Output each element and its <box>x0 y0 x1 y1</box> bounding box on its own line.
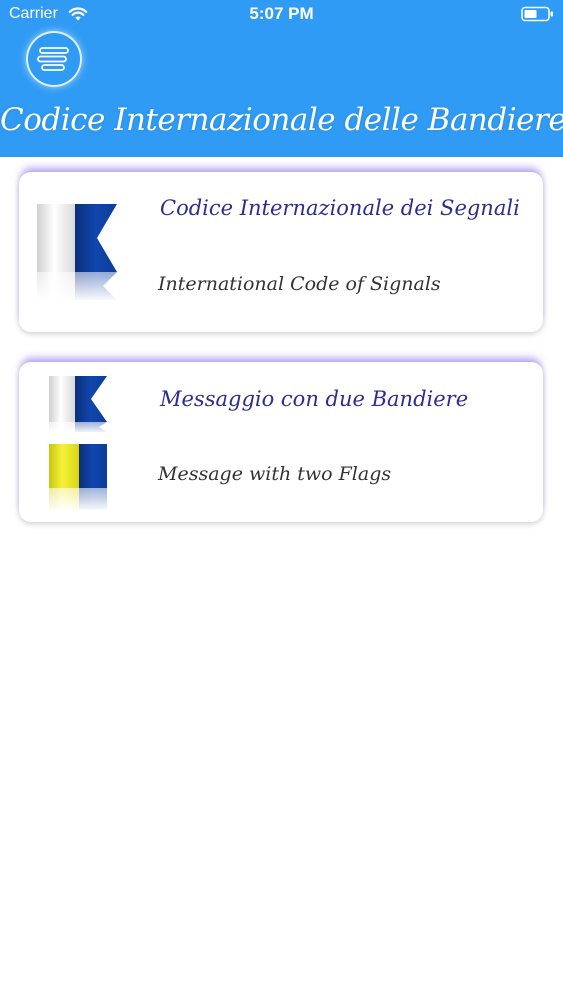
page-title: Codice Internazionale delle Bandiere <box>0 102 563 138</box>
battery-icon <box>521 6 553 22</box>
two-flags-icon <box>49 376 109 512</box>
status-time: 5:07 PM <box>249 4 314 23</box>
menu-icon <box>37 47 69 71</box>
card-subtitle: International Code of Signals <box>158 273 441 295</box>
card-two-flags[interactable]: Messaggio con due Bandiere Message with … <box>19 362 543 522</box>
menu-button[interactable] <box>26 31 82 87</box>
flag-alpha-icon <box>37 204 119 302</box>
header: Carrier 5:07 PM Codice Internazionale de… <box>0 0 563 157</box>
card-subtitle: Message with two Flags <box>158 463 392 485</box>
card-signal-code[interactable]: Codice Internazionale dei Segnali Intern… <box>19 172 543 332</box>
card-title: Codice Internazionale dei Segnali <box>160 196 520 220</box>
card-title: Messaggio con due Bandiere <box>160 387 469 411</box>
status-bar: Carrier 5:07 PM <box>0 0 563 30</box>
